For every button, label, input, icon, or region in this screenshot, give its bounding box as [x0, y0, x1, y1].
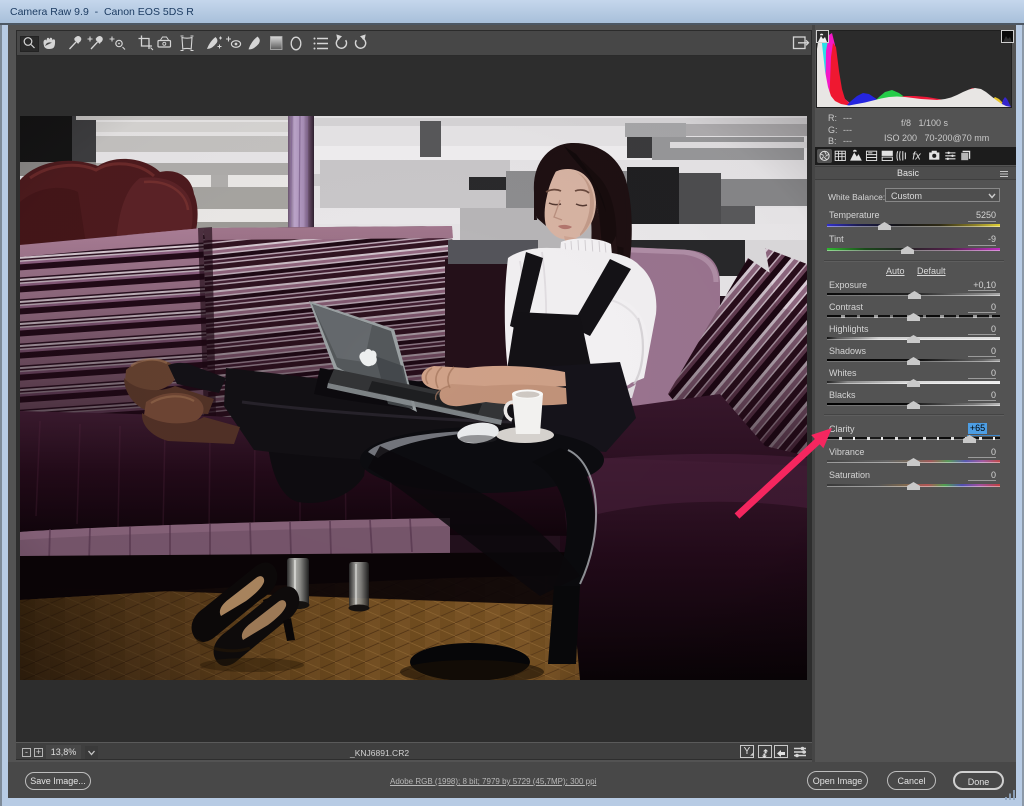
svg-text:fx: fx — [912, 151, 921, 163]
